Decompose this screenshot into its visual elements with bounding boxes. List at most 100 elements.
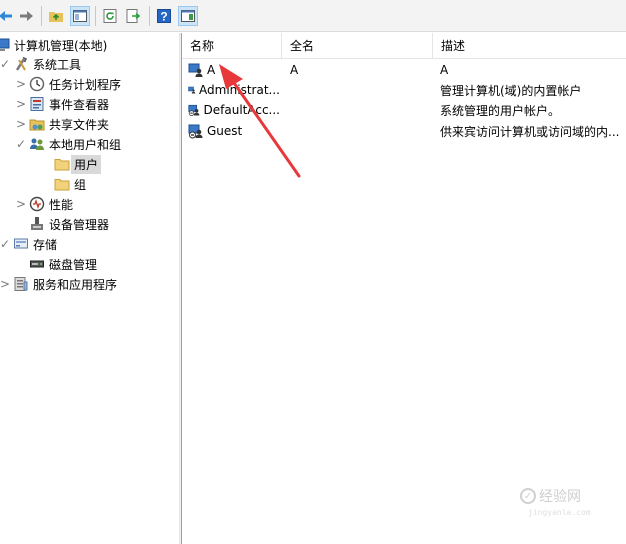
tree-expander-empty	[15, 214, 27, 234]
refresh-button[interactable]	[100, 6, 120, 26]
user-full-name	[290, 100, 430, 120]
services-icon	[13, 276, 29, 292]
tree-item-task-scheduler[interactable]: > 任务计划程序	[15, 74, 121, 94]
user-description: A	[440, 63, 449, 77]
tree-item-label: 存储	[33, 237, 58, 252]
performance-icon	[29, 196, 45, 212]
help-button[interactable]: ?	[154, 6, 174, 26]
user-icon	[188, 63, 203, 77]
tree-item-groups[interactable]: 组	[40, 174, 86, 194]
toolbar-separator	[149, 6, 150, 26]
user-name: DefaultAcc...	[203, 103, 280, 117]
expanded-check-icon[interactable]: ✓	[15, 134, 27, 154]
tree-item-device-manager[interactable]: 设备管理器	[15, 214, 109, 234]
watermark-url: jingyanla.com	[528, 508, 591, 517]
action-pane-button[interactable]	[178, 6, 198, 26]
chevron-right-icon[interactable]: >	[0, 274, 11, 294]
tree-item-label: 设备管理器	[49, 217, 110, 232]
toolbar-separator	[95, 6, 96, 26]
folder-up-icon	[49, 12, 63, 22]
users-list-view[interactable]: 名称 全名 描述 A A A Administrat... 管理计算机(域)的内…	[182, 33, 626, 544]
tree-item-label: 共享文件夹	[49, 117, 110, 132]
user-name-cell[interactable]: Guest	[188, 121, 280, 141]
tree-item-label: 系统工具	[33, 57, 82, 72]
user-name-cell[interactable]: DefaultAcc...	[188, 100, 280, 120]
refresh-icon	[103, 9, 117, 23]
device-manager-icon	[29, 216, 45, 232]
tree-item-system-tools[interactable]: ✓ 系统工具	[0, 54, 81, 74]
tree-expander-empty	[40, 174, 52, 194]
disabled-user-icon	[188, 104, 200, 116]
shared-folder-icon	[29, 116, 45, 132]
tree-item-label: 事件查看器	[49, 97, 110, 112]
clock-icon	[29, 76, 45, 92]
export-icon	[126, 9, 141, 23]
tree-item-services-applications[interactable]: > 服务和应用程序	[0, 274, 117, 294]
up-button[interactable]	[46, 6, 66, 26]
expanded-check-icon[interactable]: ✓	[0, 54, 11, 74]
column-header-name[interactable]: 名称	[182, 33, 282, 59]
help-icon: ?	[157, 9, 171, 24]
folder-icon	[54, 156, 70, 172]
chevron-right-icon[interactable]: >	[15, 114, 27, 134]
folder-icon	[54, 176, 70, 192]
watermark: ✓ 经验网	[520, 486, 581, 506]
tree-item-label: 服务和应用程序	[33, 277, 118, 292]
export-list-button[interactable]	[123, 6, 143, 26]
chevron-right-icon[interactable]: >	[15, 94, 27, 114]
list-row[interactable]: Administrat... 管理计算机(域)的内置帐户	[182, 80, 626, 100]
tree-item-storage[interactable]: ✓ 存储	[0, 234, 57, 254]
tree-item-event-viewer[interactable]: > 事件查看器	[15, 94, 109, 114]
tree-item-label: 组	[74, 177, 87, 192]
expanded-check-icon[interactable]: ✓	[0, 234, 11, 254]
forward-arrow-icon	[20, 11, 33, 21]
tree-expander-empty	[40, 154, 52, 174]
tree-item-label: 计算机管理(本地)	[14, 38, 108, 53]
user-full-name: A	[290, 63, 299, 77]
disk-icon	[29, 256, 45, 272]
disabled-user-icon	[188, 124, 203, 139]
users-group-icon	[29, 136, 45, 152]
help-glyph: ?	[160, 10, 167, 24]
chevron-right-icon[interactable]: >	[15, 74, 27, 94]
user-description: 管理计算机(域)的内置帐户	[440, 83, 582, 98]
list-row[interactable]: DefaultAcc... 系统管理的用户帐户。	[182, 100, 626, 120]
user-icon	[188, 86, 196, 94]
user-name-cell[interactable]: Administrat...	[188, 80, 280, 100]
column-header-full-name[interactable]: 全名	[282, 33, 433, 59]
tree-item-performance[interactable]: > 性能	[15, 194, 73, 214]
user-name: Guest	[207, 124, 243, 138]
watermark-logo-icon: ✓	[520, 488, 536, 504]
tree-item-computer-management[interactable]: 计算机管理(本地)	[0, 35, 107, 55]
tree-expander-empty	[15, 254, 27, 274]
back-button[interactable]	[0, 6, 16, 26]
tree-item-disk-management[interactable]: 磁盘管理	[15, 254, 97, 274]
console-tree-icon	[73, 10, 87, 22]
storage-icon	[13, 236, 29, 252]
console-tree[interactable]: 计算机管理(本地) ✓ 系统工具 > 任务计划程序 > 事件查看器 > 共享文件…	[0, 33, 179, 544]
tree-item-label: 性能	[49, 197, 74, 212]
chevron-right-icon[interactable]: >	[15, 194, 27, 214]
action-pane-icon	[181, 10, 195, 22]
toolbar: ?	[0, 0, 626, 32]
event-viewer-icon	[29, 96, 45, 112]
tree-item-users[interactable]: 用户	[40, 154, 102, 174]
tools-icon	[13, 56, 29, 72]
tree-item-label: 本地用户和组	[49, 137, 122, 152]
list-row[interactable]: A A A	[182, 60, 626, 80]
toolbar-separator	[41, 6, 42, 26]
forward-button[interactable]	[16, 6, 36, 26]
user-description: 系统管理的用户帐户。	[440, 103, 561, 118]
tree-item-shared-folders[interactable]: > 共享文件夹	[15, 114, 109, 134]
computer-icon	[0, 37, 10, 53]
user-name: A	[207, 63, 216, 77]
tree-item-local-users-groups[interactable]: ✓ 本地用户和组	[15, 134, 121, 154]
list-row[interactable]: Guest 供来宾访问计算机或访问域的内...	[182, 121, 626, 141]
column-header-description[interactable]: 描述	[433, 33, 626, 59]
show-hide-tree-button[interactable]	[70, 6, 90, 26]
watermark-text: 经验网	[539, 489, 581, 505]
user-name-cell[interactable]: A	[188, 60, 280, 80]
back-arrow-icon	[0, 11, 12, 21]
tree-item-label: 磁盘管理	[49, 257, 98, 272]
user-full-name	[290, 80, 430, 100]
